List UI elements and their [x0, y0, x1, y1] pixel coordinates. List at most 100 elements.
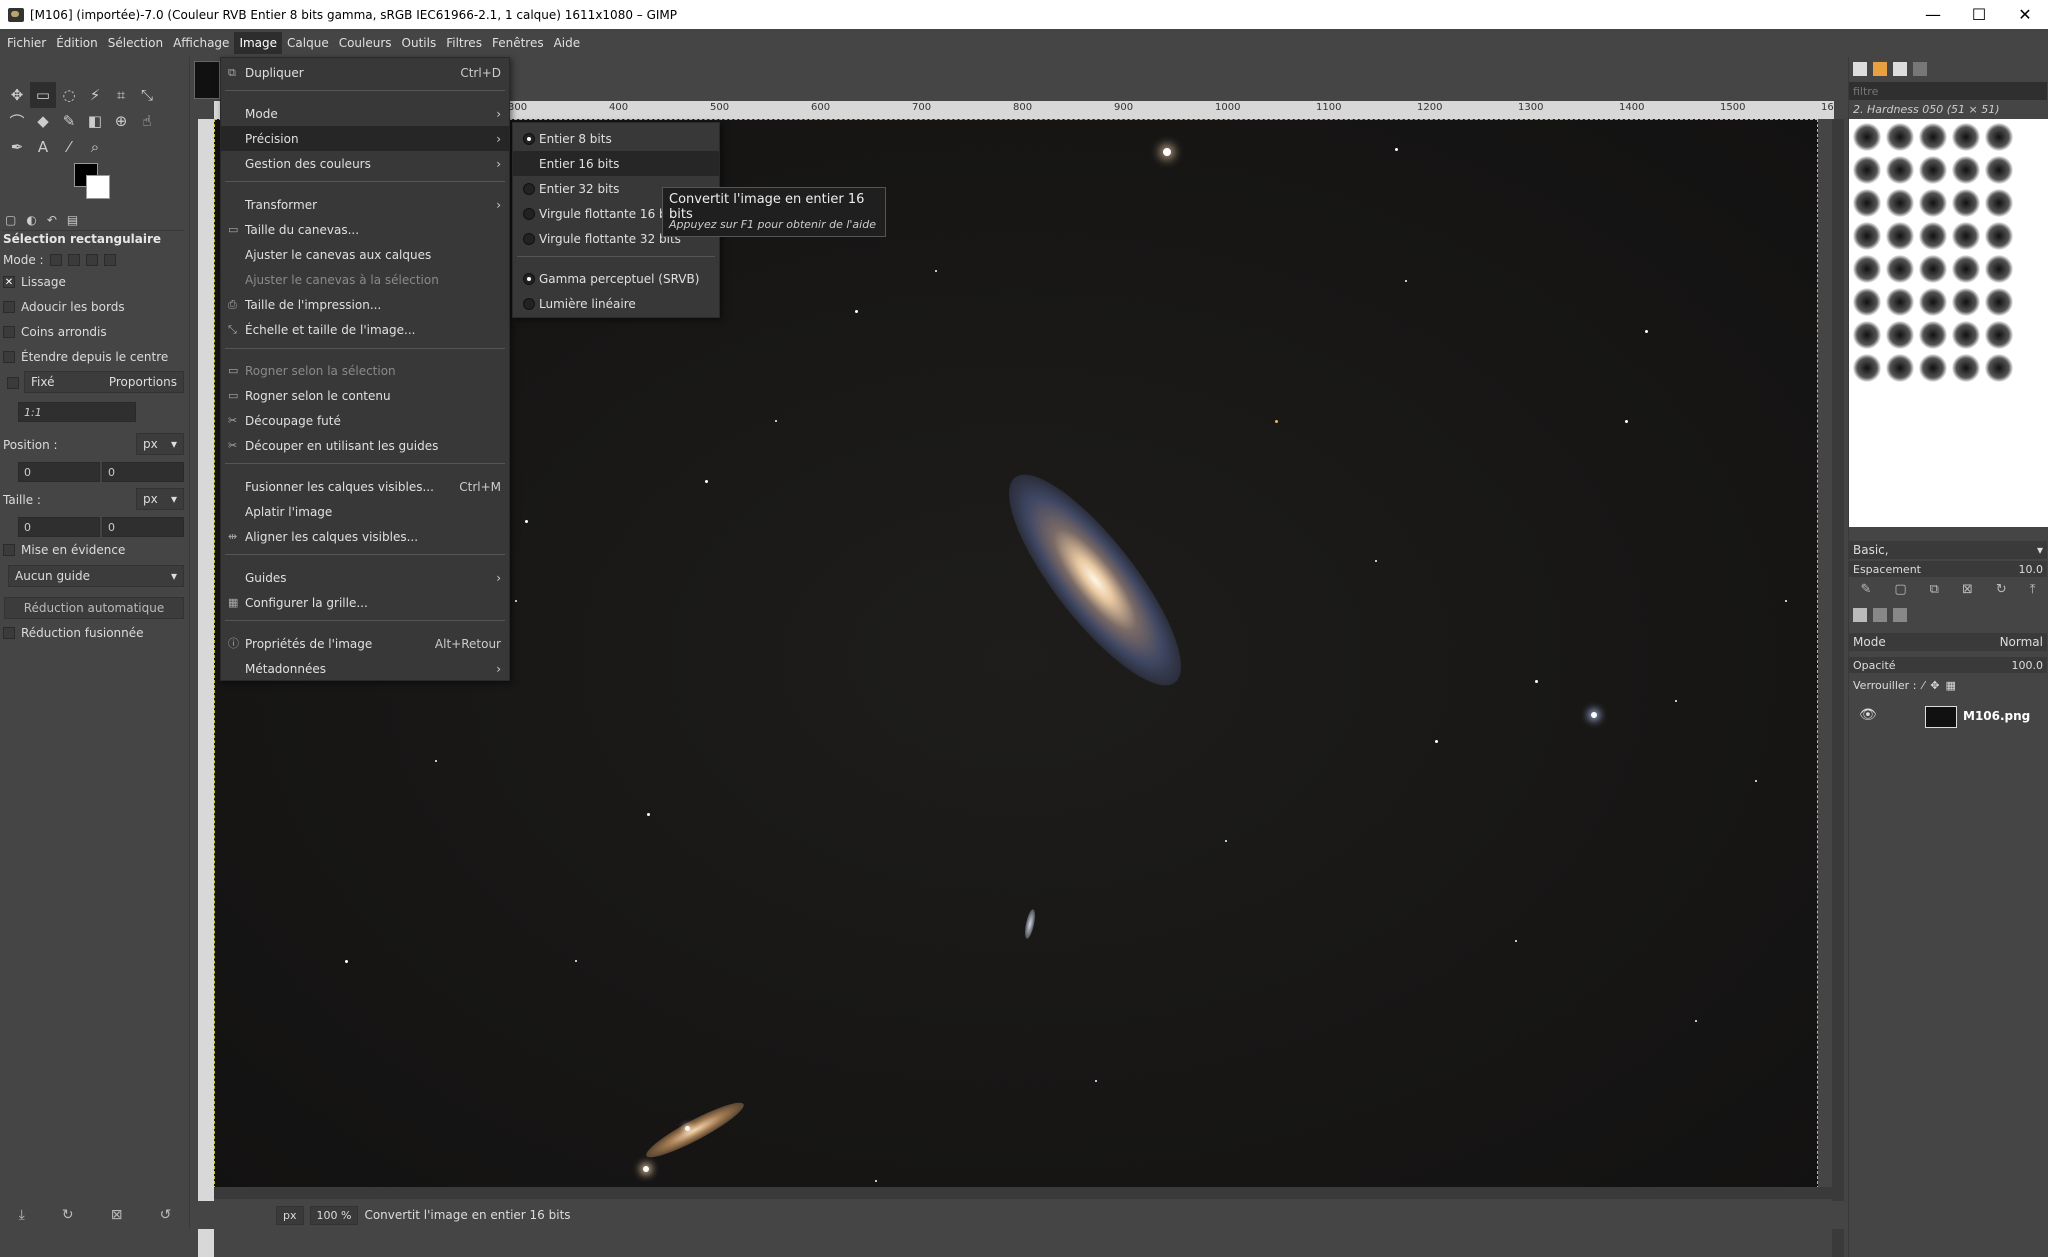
image-tab-thumbnail[interactable]: [194, 61, 220, 99]
fixed-checkbox[interactable]: [7, 377, 19, 389]
menu-item-aplatir[interactable]: Aplatir l'image: [221, 499, 509, 524]
menu-item-decouper-guides[interactable]: ✂ Découper en utilisant les guides: [221, 433, 509, 458]
expand-center-row[interactable]: Étendre depuis le centre: [3, 350, 168, 364]
reset-options-icon[interactable]: ↺: [160, 1207, 172, 1223]
brush-thumbnail[interactable]: [1853, 255, 1881, 283]
brush-thumbnail[interactable]: [1985, 354, 2013, 382]
brushes-tab-icon[interactable]: [1853, 62, 1867, 76]
move-tool-icon[interactable]: ✥: [4, 82, 30, 108]
position-y-input[interactable]: 0: [102, 462, 184, 482]
menu-item-rogner-contenu[interactable]: ▭ Rogner selon le contenu: [221, 383, 509, 408]
lasso-tool-icon[interactable]: ◌: [56, 82, 82, 108]
fixed-dropdown[interactable]: Fixé Proportions: [24, 371, 184, 393]
zoom-dropdown[interactable]: 100 %: [309, 1205, 359, 1225]
brush-thumbnail[interactable]: [1886, 123, 1914, 151]
visibility-eye-icon[interactable]: 👁: [1859, 707, 1877, 723]
lock-pixels-icon[interactable]: ⁄: [1922, 679, 1924, 692]
brush-thumbnail[interactable]: [1853, 288, 1881, 316]
guide-dropdown[interactable]: Aucun guide ▾: [8, 565, 184, 587]
save-options-icon[interactable]: ⤓: [19, 1207, 25, 1223]
mode-add-icon[interactable]: [67, 254, 80, 266]
menu-selection[interactable]: Sélection: [103, 32, 168, 54]
paths-tool-icon[interactable]: ✒: [4, 134, 30, 160]
new-brush-icon[interactable]: ▢: [1894, 582, 1906, 597]
open-brush-icon[interactable]: ⤒: [2030, 582, 2036, 597]
opacity-slider[interactable]: Opacité 100.0: [1849, 657, 2047, 673]
fg-bg-colors[interactable]: [74, 163, 124, 207]
lock-alpha-icon[interactable]: ▦: [1945, 679, 1955, 692]
gamma-lineaire[interactable]: Lumière linéaire: [513, 291, 719, 316]
vertical-scrollbar[interactable]: [1832, 119, 1844, 1257]
menu-item-decoupage-fute[interactable]: ✂ Découpage futé: [221, 408, 509, 433]
fuzzy-select-tool-icon[interactable]: ⚡: [82, 82, 108, 108]
unit-dropdown[interactable]: px: [276, 1205, 304, 1225]
brush-thumbnail[interactable]: [1853, 321, 1881, 349]
minimize-button[interactable]: —: [1910, 0, 1956, 29]
duplicate-brush-icon[interactable]: ⧉: [1930, 582, 1939, 597]
text-tool-icon[interactable]: A: [30, 134, 56, 160]
menu-item-fusionner-calques[interactable]: Fusionner les calques visibles... Ctrl+M: [221, 474, 509, 499]
layer-mode-dropdown[interactable]: Mode Normal: [1849, 633, 2047, 651]
brush-thumbnail[interactable]: [1952, 321, 1980, 349]
undo-history-tab-icon[interactable]: ↶: [44, 213, 60, 227]
channels-tab-icon[interactable]: [1873, 608, 1887, 622]
brush-thumbnail[interactable]: [1952, 354, 1980, 382]
device-status-tab-icon[interactable]: ◐: [23, 213, 39, 227]
menu-calque[interactable]: Calque: [282, 32, 334, 54]
brush-thumbnail[interactable]: [1952, 189, 1980, 217]
close-button[interactable]: ✕: [2002, 0, 2048, 29]
brush-thumbnail[interactable]: [1886, 354, 1914, 382]
rect-select-tool-icon[interactable]: ▭: [30, 82, 56, 108]
brush-preset-dropdown[interactable]: Basic, ▾: [1849, 541, 2047, 559]
menu-item-guides[interactable]: Guides ›: [221, 565, 509, 590]
feather-checkbox[interactable]: [3, 301, 15, 313]
brush-thumbnail[interactable]: [1952, 288, 1980, 316]
ratio-field[interactable]: 1:1: [18, 402, 136, 422]
brush-thumbnail[interactable]: [1853, 189, 1881, 217]
refresh-brushes-icon[interactable]: ↻: [1996, 582, 2007, 597]
brush-thumbnail[interactable]: [1853, 156, 1881, 184]
brush-thumbnail[interactable]: [1886, 189, 1914, 217]
horizontal-scrollbar[interactable]: [214, 1187, 1834, 1199]
crop-tool-icon[interactable]: ⌗: [108, 82, 134, 108]
precision-entier-16[interactable]: Entier 16 bits: [513, 151, 719, 176]
menu-item-transformer[interactable]: Transformer ›: [221, 192, 509, 217]
brush-thumbnail[interactable]: [1952, 222, 1980, 250]
help-tab-icon[interactable]: [1913, 62, 1927, 76]
brush-thumbnail[interactable]: [1886, 255, 1914, 283]
paths-tab-icon[interactable]: [1893, 608, 1907, 622]
images-tab-icon[interactable]: ▤: [64, 213, 81, 227]
spacing-slider[interactable]: Espacement 10.0: [1849, 561, 2047, 577]
brush-thumbnail[interactable]: [1919, 321, 1947, 349]
fonts-tab-icon[interactable]: [1893, 62, 1907, 76]
brush-thumbnail[interactable]: [1985, 321, 2013, 349]
menu-couleurs[interactable]: Couleurs: [334, 32, 397, 54]
brush-thumbnail[interactable]: [1985, 288, 2013, 316]
brush-filter-input[interactable]: filtre: [1849, 82, 2047, 100]
color-picker-tool-icon[interactable]: ⁄: [56, 134, 82, 160]
patterns-tab-icon[interactable]: [1873, 62, 1887, 76]
brush-thumbnail[interactable]: [1886, 288, 1914, 316]
position-unit-dropdown[interactable]: px ▾: [136, 433, 184, 455]
menu-item-taille-canevas[interactable]: ▭ Taille du canevas...: [221, 217, 509, 242]
size-unit-dropdown[interactable]: px ▾: [136, 488, 184, 510]
menu-edition[interactable]: Édition: [51, 32, 103, 54]
eraser-tool-icon[interactable]: ◧: [82, 108, 108, 134]
menu-item-ajuster-canevas-calques[interactable]: Ajuster le canevas aux calques: [221, 242, 509, 267]
paintbrush-tool-icon[interactable]: ✎: [56, 108, 82, 134]
brush-thumbnail[interactable]: [1952, 255, 1980, 283]
tool-options-tab-icon[interactable]: ▢: [2, 213, 19, 227]
delete-options-icon[interactable]: ⊠: [111, 1207, 123, 1223]
layer-thumbnail[interactable]: [1925, 706, 1957, 728]
menu-fenetres[interactable]: Fenêtres: [487, 32, 549, 54]
brush-thumbnail[interactable]: [1985, 123, 2013, 151]
brush-thumbnail[interactable]: [1853, 123, 1881, 151]
maximize-button[interactable]: ☐: [1956, 0, 2002, 29]
layers-tab-icon[interactable]: [1853, 608, 1867, 622]
brush-thumbnail[interactable]: [1919, 255, 1947, 283]
warp-tool-icon[interactable]: ⌒: [4, 108, 30, 134]
brush-thumbnail[interactable]: [1886, 321, 1914, 349]
background-color-swatch[interactable]: [86, 175, 110, 199]
menu-fichier[interactable]: Fichier: [2, 32, 51, 54]
menu-image[interactable]: Image: [234, 32, 283, 54]
